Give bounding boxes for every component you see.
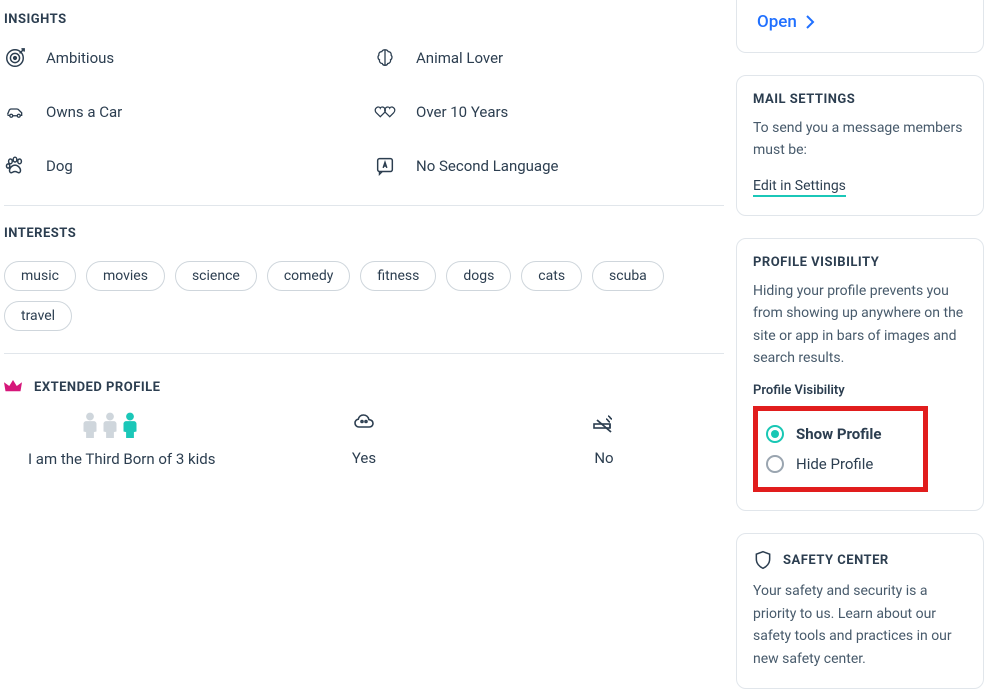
open-link-label: Open	[757, 12, 797, 32]
insight-no-second-language: No Second Language	[374, 155, 724, 177]
hearts-icon	[374, 101, 396, 123]
profile-visibility-sublabel: Profile Visibility	[753, 383, 967, 398]
mail-settings-card: MAIL SETTINGS To send you a message memb…	[736, 75, 984, 216]
profile-visibility-body: Hiding your profile prevents you from sh…	[753, 280, 967, 370]
insight-owns-car: Owns a Car	[4, 101, 354, 123]
safety-center-card: SAFETY CENTER Your safety and security i…	[736, 533, 984, 689]
radio-hide-profile[interactable]: Hide Profile	[764, 449, 883, 479]
insight-ambitious: Ambitious	[4, 47, 354, 69]
mail-settings-body: To send you a message members must be:	[753, 117, 967, 162]
divider	[4, 205, 724, 206]
divider	[4, 353, 724, 354]
target-icon	[4, 47, 26, 69]
open-link[interactable]: Open	[757, 12, 815, 32]
interest-pill[interactable]: cats	[521, 261, 582, 291]
radio-icon	[766, 425, 784, 443]
insight-label: Animal Lover	[416, 49, 503, 67]
interest-pill[interactable]: music	[4, 261, 76, 291]
extended-q2-label: Yes	[352, 449, 376, 467]
interest-pill[interactable]: comedy	[267, 261, 351, 291]
interest-pill[interactable]: travel	[4, 301, 72, 331]
extended-profile-title: EXTENDED PROFILE	[34, 380, 161, 395]
brain-icon	[374, 47, 396, 69]
extended-birth-label: I am the Third Born of 3 kids	[28, 450, 215, 468]
no-smoking-icon	[592, 413, 616, 437]
radio-icon	[766, 455, 784, 473]
insight-dog: Dog	[4, 155, 354, 177]
main-content: INSIGHTS Ambitious Animal Lover Owns a C…	[0, 0, 728, 676]
chevron-right-icon	[805, 15, 815, 29]
profile-visibility-radio-highlight: Show Profile Hide Profile	[753, 406, 928, 492]
interests-section: INTERESTS music movies science comedy fi…	[4, 226, 724, 331]
interest-pill[interactable]: scuba	[592, 261, 664, 291]
people-icon	[28, 412, 138, 438]
language-icon	[374, 155, 396, 177]
insight-label: Ambitious	[46, 49, 114, 67]
extended-q2: Yes	[244, 413, 484, 467]
crown-icon	[4, 378, 22, 396]
sidebar: Open MAIL SETTINGS To send you a message…	[728, 0, 988, 676]
interests-title: INTERESTS	[4, 226, 724, 241]
insight-label: Over 10 Years	[416, 103, 508, 121]
edit-in-settings-link[interactable]: Edit in Settings	[753, 178, 846, 197]
mail-settings-title: MAIL SETTINGS	[753, 92, 967, 107]
radio-show-label: Show Profile	[796, 425, 881, 443]
profile-visibility-title: PROFILE VISIBILITY	[753, 255, 967, 270]
interest-pill[interactable]: science	[175, 261, 257, 291]
insight-over-10-years: Over 10 Years	[374, 101, 724, 123]
safety-center-body: Your safety and security is a priority t…	[753, 580, 967, 670]
paw-icon	[4, 155, 26, 177]
insights-title: INSIGHTS	[4, 12, 724, 27]
profile-visibility-card: PROFILE VISIBILITY Hiding your profile p…	[736, 238, 984, 512]
radio-hide-label: Hide Profile	[796, 455, 873, 473]
cloud-icon	[352, 413, 376, 437]
extended-q3: No	[484, 413, 724, 467]
extended-q3-label: No	[594, 449, 613, 467]
insight-label: Dog	[46, 157, 73, 175]
insight-label: No Second Language	[416, 157, 558, 175]
extended-profile-row: I am the Third Born of 3 kids Yes No	[4, 412, 724, 468]
interest-pill[interactable]: fitness	[360, 261, 436, 291]
shield-icon	[753, 550, 773, 570]
car-icon	[4, 101, 26, 123]
insight-animal-lover: Animal Lover	[374, 47, 724, 69]
interest-pill[interactable]: movies	[86, 261, 165, 291]
open-card: Open	[736, 0, 984, 53]
interests-pills: music movies science comedy fitness dogs…	[4, 261, 724, 331]
insight-label: Owns a Car	[46, 103, 122, 121]
radio-show-profile[interactable]: Show Profile	[764, 419, 883, 449]
extended-profile-header: EXTENDED PROFILE	[4, 378, 724, 396]
safety-center-title: SAFETY CENTER	[783, 553, 889, 568]
extended-birth-order: I am the Third Born of 3 kids	[4, 412, 244, 468]
interest-pill[interactable]: dogs	[446, 261, 511, 291]
insights-grid: Ambitious Animal Lover Owns a Car Over 1…	[4, 47, 724, 177]
